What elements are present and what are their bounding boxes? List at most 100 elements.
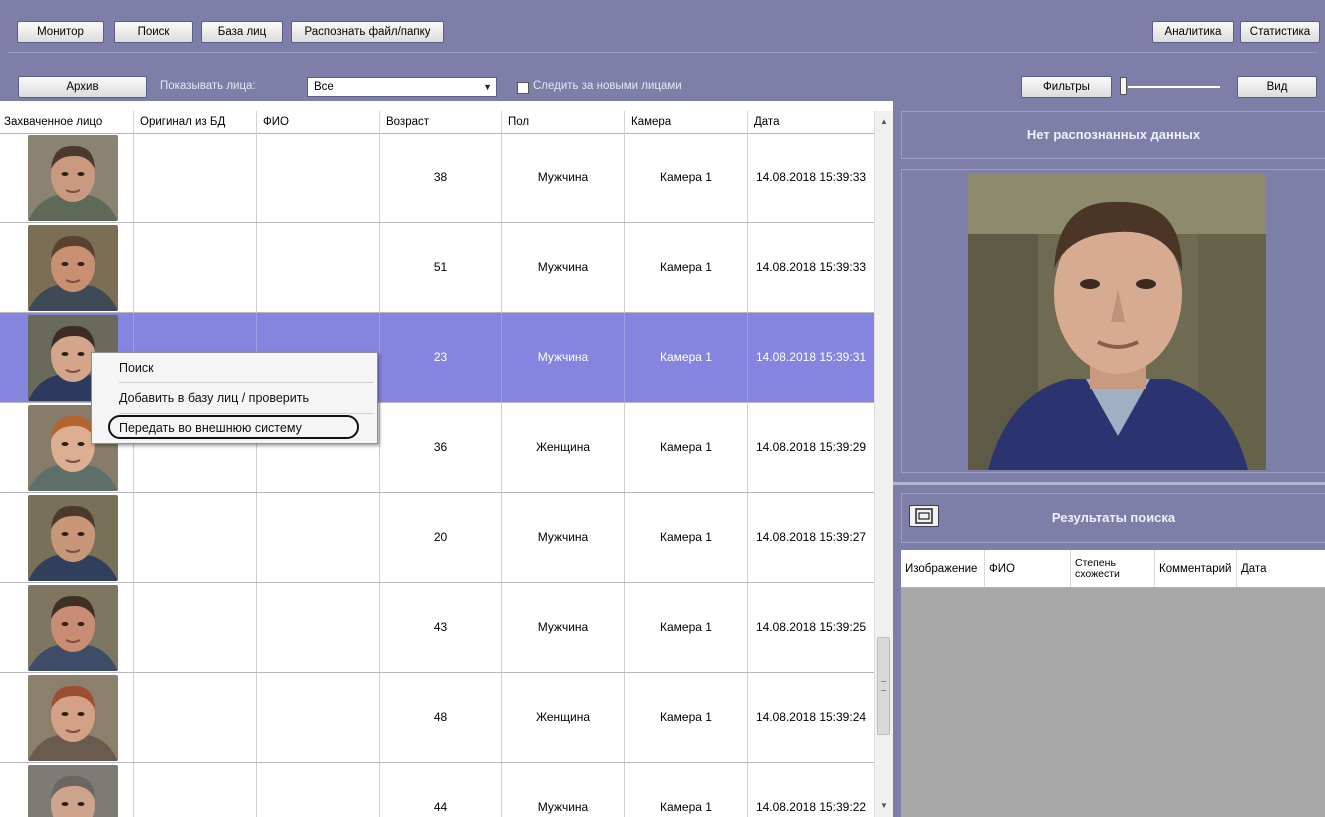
cell-name xyxy=(257,673,380,762)
follow-new-faces-label: Следить за новыми лицами xyxy=(533,80,682,92)
cell-camera: Камера 1 xyxy=(625,583,748,672)
cell-age: 36 xyxy=(380,403,502,492)
table-row[interactable]: 51 Мужчина Камера 1 14.08.2018 15:39:33 xyxy=(0,223,874,313)
cell-date: 14.08.2018 15:39:31 xyxy=(755,350,867,364)
scroll-up-icon[interactable]: ▲ xyxy=(875,113,893,131)
cell-camera: Камера 1 xyxy=(625,403,748,492)
table-header: Захваченное лицо Оригинал из БД ФИО Возр… xyxy=(0,111,874,134)
column-db-original[interactable]: Оригинал из БД xyxy=(134,111,257,133)
column-captured-face[interactable]: Захваченное лицо xyxy=(0,111,134,133)
scroll-down-icon[interactable]: ▼ xyxy=(875,797,893,815)
dropdown-arrow-icon: ▼ xyxy=(483,82,492,92)
cell-name xyxy=(257,223,380,312)
view-button[interactable]: Вид xyxy=(1237,76,1317,98)
cell-gender: Мужчина xyxy=(502,313,625,402)
toolbar-divider xyxy=(8,52,1317,53)
recognize-file-button[interactable]: Распознать файл/папку xyxy=(291,21,444,43)
captured-photo-box xyxy=(901,169,1325,473)
table-row[interactable]: 48 Женщина Камера 1 14.08.2018 15:39:24 xyxy=(0,673,874,763)
cell-camera: Камера 1 xyxy=(625,223,748,312)
recognition-status: Нет распознанных данных xyxy=(901,111,1325,159)
cell-gender: Женщина xyxy=(502,403,625,492)
right-panel: Нет распознанных данных Результаты поиск… xyxy=(893,101,1325,817)
face-thumbnail[interactable] xyxy=(28,225,118,311)
menu-divider xyxy=(119,382,373,383)
column-camera[interactable]: Камера xyxy=(625,111,748,133)
face-thumbnail[interactable] xyxy=(28,675,118,761)
cell-camera: Камера 1 xyxy=(625,763,748,817)
cell-age: 38 xyxy=(380,133,502,222)
panel-splitter[interactable] xyxy=(893,482,1325,485)
menu-item-add-to-db[interactable]: Добавить в базу лиц / проверить xyxy=(92,386,377,410)
cell-captured-face xyxy=(0,583,134,672)
cell-camera: Камера 1 xyxy=(625,313,748,402)
cell-captured-face xyxy=(0,493,134,582)
cell-age: 48 xyxy=(380,673,502,762)
cell-date: 14.08.2018 15:39:33 xyxy=(755,260,867,274)
cell-db-original xyxy=(134,493,257,582)
results-column-date[interactable]: Дата xyxy=(1237,550,1325,587)
table-row[interactable]: 38 Мужчина Камера 1 14.08.2018 15:39:33 xyxy=(0,133,874,223)
captured-face-photo xyxy=(968,174,1266,470)
table-scrollbar[interactable]: ▲ ▼ xyxy=(874,111,893,817)
follow-new-faces-checkbox[interactable] xyxy=(517,82,529,94)
face-thumbnail[interactable] xyxy=(28,135,118,221)
cell-name xyxy=(257,763,380,817)
column-name[interactable]: ФИО xyxy=(257,111,380,133)
zoom-slider-thumb[interactable] xyxy=(1120,77,1127,95)
face-thumbnail[interactable] xyxy=(28,495,118,581)
cell-captured-face xyxy=(0,133,134,222)
scrollbar-thumb[interactable] xyxy=(877,637,890,735)
column-gender[interactable]: Пол xyxy=(502,111,625,133)
cell-db-original xyxy=(134,223,257,312)
menu-item-send-external[interactable]: Передать во внешнюю систему xyxy=(92,416,377,440)
archive-button[interactable]: Архив xyxy=(18,76,147,98)
search-button[interactable]: Поиск xyxy=(114,21,193,43)
show-faces-label: Показывать лица: xyxy=(160,80,256,92)
cell-date: 14.08.2018 15:39:25 xyxy=(755,620,867,634)
cell-captured-face xyxy=(0,763,134,817)
table-row[interactable]: 20 Мужчина Камера 1 14.08.2018 15:39:27 xyxy=(0,493,874,583)
menu-item-search[interactable]: Поиск xyxy=(92,356,377,380)
cell-gender: Женщина xyxy=(502,673,625,762)
face-thumbnail[interactable] xyxy=(28,585,118,671)
top-toolbar: Монитор Поиск База лиц Распознать файл/п… xyxy=(0,0,1325,101)
column-date[interactable]: Дата xyxy=(748,111,874,133)
cell-name xyxy=(257,133,380,222)
cell-gender: Мужчина xyxy=(502,223,625,312)
search-results-title: Результаты поиска xyxy=(1051,510,1176,525)
cell-date: 14.08.2018 15:39:29 xyxy=(755,440,867,454)
cell-name xyxy=(257,493,380,582)
cell-age: 20 xyxy=(380,493,502,582)
table-row[interactable]: 43 Мужчина Камера 1 14.08.2018 15:39:25 xyxy=(0,583,874,673)
filters-button[interactable]: Фильтры xyxy=(1021,76,1112,98)
cell-db-original xyxy=(134,763,257,817)
table-row[interactable]: 44 Мужчина Камера 1 14.08.2018 15:39:22 xyxy=(0,763,874,817)
cell-date: 14.08.2018 15:39:22 xyxy=(755,800,867,814)
column-age[interactable]: Возраст xyxy=(380,111,502,133)
cell-db-original xyxy=(134,133,257,222)
cell-gender: Мужчина xyxy=(502,493,625,582)
cell-age: 51 xyxy=(380,223,502,312)
zoom-slider-track[interactable] xyxy=(1128,86,1220,88)
cell-captured-face xyxy=(0,223,134,312)
cell-name xyxy=(257,583,380,672)
cell-db-original xyxy=(134,583,257,672)
face-thumbnail[interactable] xyxy=(28,765,118,817)
statistics-button[interactable]: Статистика xyxy=(1240,21,1320,43)
monitor-button[interactable]: Монитор xyxy=(17,21,104,43)
results-column-image[interactable]: Изображение xyxy=(901,550,985,587)
results-column-name[interactable]: ФИО xyxy=(985,550,1071,587)
cell-date: 14.08.2018 15:39:27 xyxy=(755,530,867,544)
show-faces-select[interactable]: Все ▼ xyxy=(307,77,497,97)
cell-camera: Камера 1 xyxy=(625,673,748,762)
cell-camera: Камера 1 xyxy=(625,133,748,222)
results-column-similarity[interactable]: Степень схожести xyxy=(1071,550,1155,587)
cell-gender: Мужчина xyxy=(502,133,625,222)
face-db-button[interactable]: База лиц xyxy=(201,21,283,43)
analytics-button[interactable]: Аналитика xyxy=(1152,21,1234,43)
results-table-header: Изображение ФИО Степень схожести Коммент… xyxy=(901,550,1325,588)
show-faces-value: Все xyxy=(314,81,334,93)
results-column-comment[interactable]: Комментарий xyxy=(1155,550,1237,587)
search-results-header: Результаты поиска xyxy=(901,493,1325,543)
